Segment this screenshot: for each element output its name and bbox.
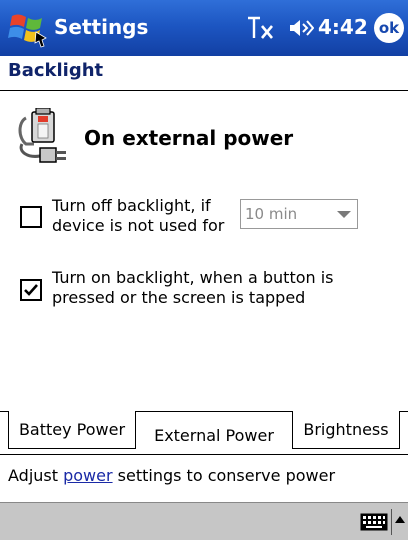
backlight-timeout-dropdown[interactable]: 10 min	[240, 199, 358, 229]
section-title: On external power	[84, 126, 294, 150]
turn-on-backlight-label[interactable]: Turn on backlight, when a button is pres…	[52, 268, 334, 308]
antenna-off-icon[interactable]	[246, 16, 276, 40]
title-bar: Settings 4:42 ok	[0, 0, 408, 56]
chevron-down-icon	[337, 211, 351, 218]
speaker-icon[interactable]	[288, 17, 314, 39]
footer-hint: Adjust power settings to conserve power	[8, 466, 335, 485]
turn-off-backlight-label-line2: device is not used for	[52, 216, 225, 235]
keyboard-icon[interactable]	[360, 513, 388, 531]
page-heading: Backlight	[8, 60, 104, 81]
footer-suffix: settings to conserve power	[112, 466, 336, 485]
power-settings-link[interactable]: power	[63, 466, 112, 485]
sip-divider	[391, 509, 392, 535]
tab-brightness[interactable]: Brightness	[292, 411, 400, 449]
tab-external-power[interactable]: External Power	[136, 414, 292, 454]
footer-divider	[0, 454, 408, 455]
ok-button[interactable]: ok	[374, 13, 404, 43]
backlight-timeout-value: 10 min	[245, 205, 298, 223]
turn-on-backlight-label-line1: Turn on backlight, when a button is	[52, 268, 334, 287]
turn-on-backlight-label-line2: pressed or the screen is tapped	[52, 288, 306, 307]
turn-on-backlight-checkbox[interactable]	[20, 279, 42, 301]
windows-start-icon[interactable]	[6, 8, 48, 48]
tab-battery-power[interactable]: Battey Power	[8, 411, 136, 449]
menu-bar	[0, 502, 408, 540]
clock[interactable]: 4:42	[318, 15, 368, 39]
chevron-up-icon[interactable]	[395, 516, 405, 523]
turn-off-backlight-label[interactable]: Turn off backlight, if device is not use…	[52, 196, 224, 236]
heading-divider	[0, 90, 408, 91]
turn-off-backlight-checkbox[interactable]	[20, 206, 42, 228]
footer-prefix: Adjust	[8, 466, 64, 485]
external-power-icon	[18, 108, 66, 163]
turn-off-backlight-label-line1: Turn off backlight, if	[52, 196, 211, 215]
checkmark-icon	[24, 284, 38, 296]
app-title: Settings	[54, 15, 149, 39]
